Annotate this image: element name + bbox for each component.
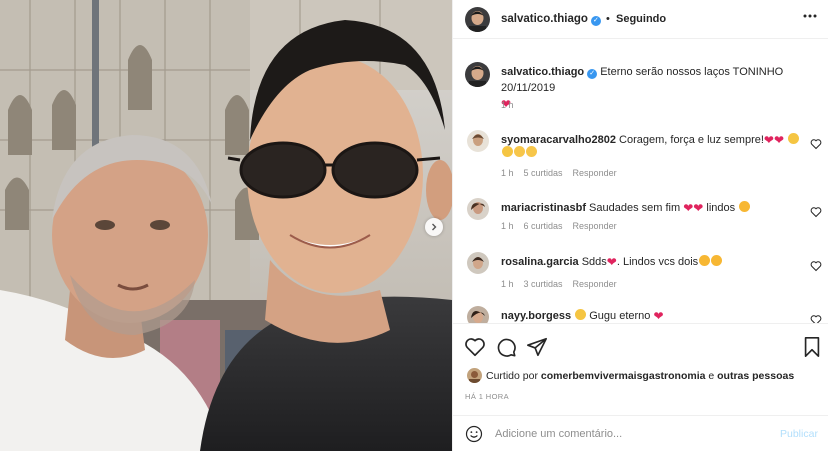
comment-body: Coragem, força e luz sempre! <box>619 134 764 146</box>
author-avatar[interactable] <box>465 7 490 32</box>
heart-emoji-icon: ❤ <box>683 201 694 215</box>
post-side-panel: salvatico.thiago ✓ • Seguindo salvatico.t… <box>452 0 828 451</box>
comment-meta: 1 h 6 curtidas Responder <box>501 221 627 231</box>
more-options-icon[interactable] <box>802 8 818 27</box>
likes-connector: e <box>708 370 715 382</box>
comment-item: mariacristinasbf Saudades sem fim ❤❤ lin… <box>453 198 828 248</box>
comment-body-2: lindos <box>706 202 736 214</box>
ellipsis-icon <box>803 14 817 18</box>
avatar-image <box>467 252 489 274</box>
likes-text: Curtido por comerbemvivermaisgastronomia… <box>486 370 794 382</box>
smiling-face-emoji-icon <box>526 146 537 157</box>
chevron-right-icon <box>432 223 437 231</box>
comment-body: Sdds <box>581 256 607 268</box>
comment-username[interactable]: mariacristinasbf <box>501 202 586 214</box>
separator-dot: • <box>606 13 610 25</box>
publish-button[interactable]: Publicar <box>780 428 818 440</box>
like-heart-icon[interactable] <box>464 336 486 358</box>
heart-emoji-icon: ❤ <box>653 309 664 323</box>
follow-status-button[interactable]: Seguindo <box>616 13 666 25</box>
comment-text: nayy.borgess Gugu eterno ❤ <box>501 309 801 322</box>
comment-username[interactable]: nayy.borgess <box>501 310 571 322</box>
comment-time: 1 h <box>501 279 514 289</box>
heart-outline-icon[interactable] <box>810 206 822 218</box>
comment-item: nayy.borgess Gugu eterno ❤ <box>453 306 828 323</box>
comment-text: mariacristinasbf Saudades sem fim ❤❤ lin… <box>501 201 801 214</box>
comment-likes[interactable]: 5 curtidas <box>524 168 563 178</box>
commenter-avatar[interactable] <box>467 306 489 323</box>
heart-outline-icon[interactable] <box>810 260 822 272</box>
comment-time: 1 h <box>501 221 514 231</box>
heart-eyes-emoji-icon <box>739 201 751 212</box>
smiling-face-emoji-icon <box>514 146 525 157</box>
caption-time: 1 h <box>501 100 514 110</box>
praying-hands-emoji-icon <box>502 146 513 157</box>
post-header: salvatico.thiago ✓ • Seguindo <box>453 0 828 39</box>
heart-emoji-icon: ❤ <box>693 201 704 215</box>
commenter-avatar[interactable] <box>467 198 489 220</box>
praying-hands-emoji-icon <box>788 133 800 144</box>
comment-body: Saudades sem fim <box>589 202 681 214</box>
comment-meta: 1 h 3 curtidas Responder <box>501 279 627 289</box>
likes-others-link[interactable]: outras pessoas <box>717 370 794 382</box>
heart-outline-icon[interactable] <box>810 314 822 323</box>
emoji-smiley-icon[interactable] <box>465 425 483 443</box>
next-photo-button[interactable] <box>425 218 443 236</box>
comment-item: syomaracarvalho2802 Coragem, força e luz… <box>453 130 828 180</box>
commenter-avatar[interactable] <box>467 252 489 274</box>
photo-image <box>0 0 452 451</box>
commenter-avatar[interactable] <box>467 130 489 152</box>
caption-text: salvatico.thiago ✓ Eterno serão nossos la… <box>501 64 821 112</box>
heart-eyes-emoji-icon <box>699 255 711 266</box>
heart-outline-icon[interactable] <box>810 138 822 150</box>
comment-username[interactable]: syomaracarvalho2802 <box>501 134 616 146</box>
avatar-image <box>467 306 489 323</box>
comment-time: 1 h <box>501 168 514 178</box>
comment-item: rosalina.garcia Sdds❤. Lindos vcs dois 1… <box>453 252 828 302</box>
heart-emoji-icon: ❤ <box>606 255 617 269</box>
comment-text: syomaracarvalho2802 Coragem, força e luz… <box>501 133 801 159</box>
avatar-image <box>467 198 489 220</box>
verified-icon: ✓ <box>587 69 598 79</box>
comment-username[interactable]: rosalina.garcia <box>501 256 579 268</box>
reply-button[interactable]: Responder <box>573 168 617 178</box>
caption-avatar[interactable] <box>465 62 490 87</box>
author-username-text: salvatico.thiago <box>501 13 588 25</box>
add-comment-bar: Publicar <box>453 415 828 451</box>
comment-body: Gugu eterno <box>589 310 651 322</box>
post-actions <box>453 323 828 371</box>
share-paper-plane-icon[interactable] <box>526 336 548 358</box>
post-timestamp[interactable]: HÁ 1 HORA <box>465 392 509 401</box>
avatar-image <box>467 368 482 383</box>
author-username[interactable]: salvatico.thiago ✓ <box>501 13 601 26</box>
sad-face-emoji-icon <box>575 309 587 320</box>
comment-bubble-icon[interactable] <box>495 336 517 358</box>
heart-emoji-icon: ❤ <box>763 133 774 147</box>
comment-body-2: . Lindos vcs dois <box>616 256 699 268</box>
likes-summary: Curtido por comerbemvivermaisgastronomia… <box>467 368 817 386</box>
verified-icon: ✓ <box>590 16 601 26</box>
comment-text: rosalina.garcia Sdds❤. Lindos vcs dois <box>501 255 801 268</box>
liker-username[interactable]: comerbemvivermaisgastronomia <box>541 370 706 382</box>
avatar-image <box>467 130 489 152</box>
likes-prefix: Curtido por <box>486 370 538 382</box>
heart-eyes-emoji-icon <box>711 255 723 266</box>
avatar-image <box>465 62 490 87</box>
comments-list[interactable]: salvatico.thiago ✓ Eterno serão nossos la… <box>453 40 828 323</box>
reply-button[interactable]: Responder <box>573 221 617 231</box>
comment-meta: 1 h 5 curtidas Responder <box>501 168 627 178</box>
comment-likes[interactable]: 3 curtidas <box>524 279 563 289</box>
save-bookmark-icon[interactable] <box>801 336 823 358</box>
post-photo[interactable] <box>0 0 452 451</box>
comment-likes[interactable]: 6 curtidas <box>524 221 563 231</box>
avatar-image <box>465 7 490 32</box>
comment-input[interactable] <box>495 424 775 444</box>
caption-username[interactable]: salvatico.thiago <box>501 66 584 78</box>
liker-avatar[interactable] <box>467 368 482 383</box>
reply-button[interactable]: Responder <box>573 279 617 289</box>
heart-emoji-icon: ❤ <box>773 133 785 147</box>
